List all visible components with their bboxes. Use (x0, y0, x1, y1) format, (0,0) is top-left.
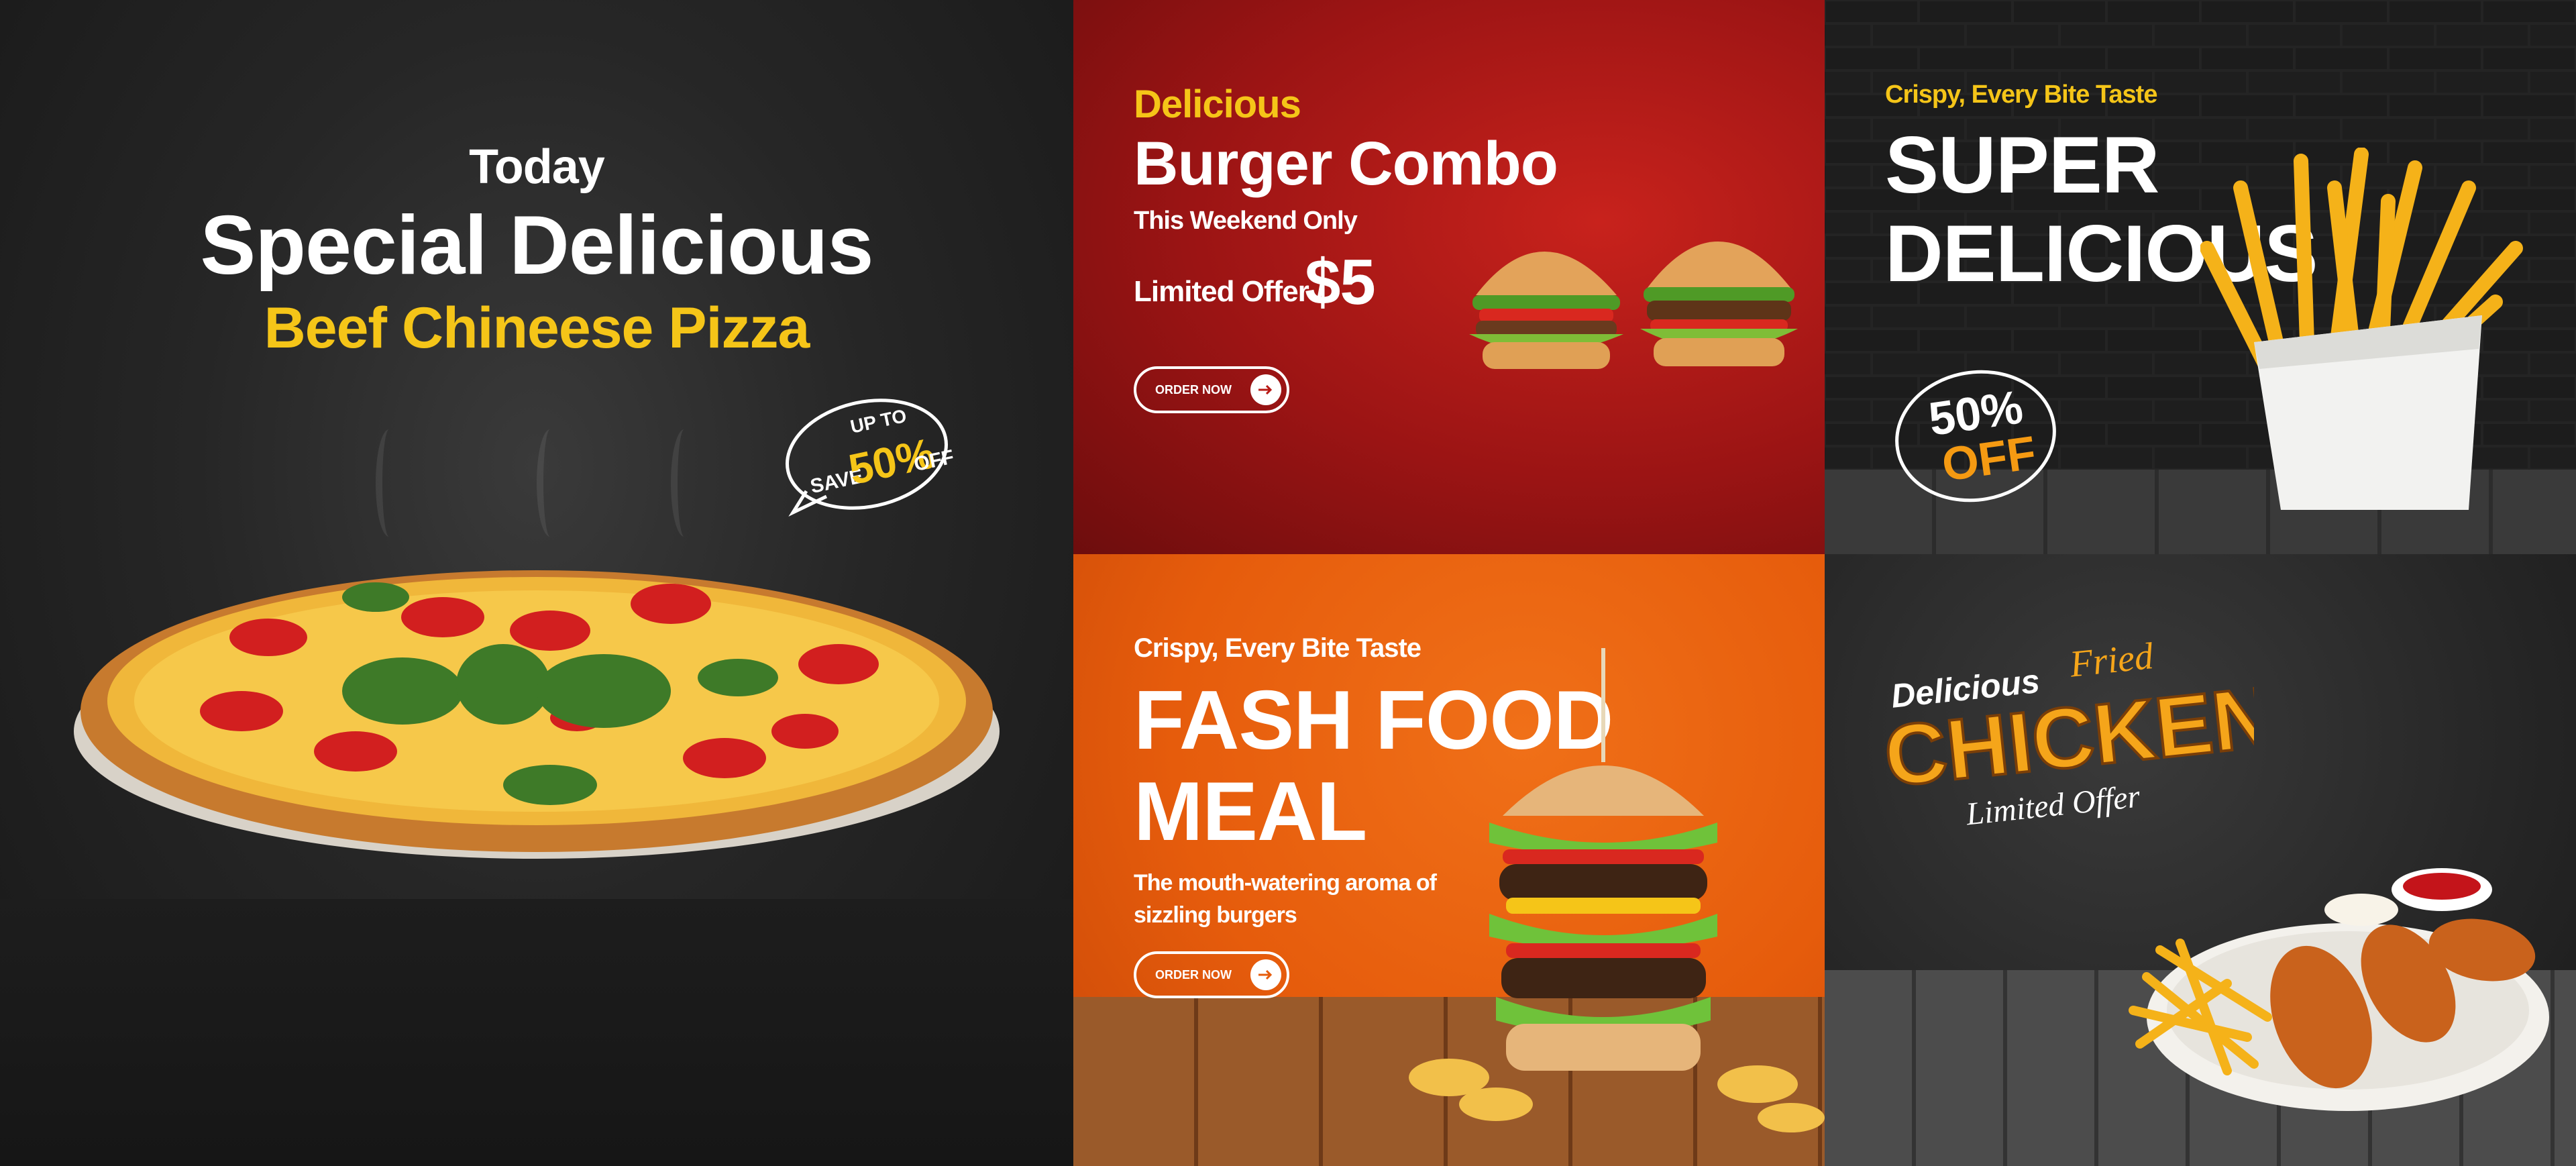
banner-kicker: Today (469, 140, 605, 194)
fried-chicken-logo: Delicious Fried CHICKEN Limited Offer (1878, 635, 2254, 833)
pizza-banner[interactable]: Today Special Delicious Beef Chineese Pi… (0, 0, 1073, 1166)
banner-kicker: Crispy, Every Bite Taste (1134, 633, 1421, 663)
burger-combo-image (1469, 242, 1798, 369)
discount-badge: 50% OFF (1895, 370, 2056, 502)
order-now-label: ORDER NOW (1155, 382, 1232, 396)
badge-upto: UP TO (849, 405, 908, 437)
banner-kicker: Crispy, Every Bite Taste (1885, 81, 2157, 109)
fast-food-banner[interactable]: Crispy, Every Bite Taste FASH FOOD MEAL … (1073, 554, 1825, 1166)
burger-combo-banner[interactable]: Delicious Burger Combo This Weekend Only… (1073, 0, 1825, 554)
limited-offer-label: Limited Offer / (1134, 275, 1324, 308)
logo-fried: Fried (2068, 635, 2156, 686)
price-label: $5 (1305, 246, 1376, 318)
order-now-button[interactable]: ORDER NOW (1134, 951, 1289, 998)
banner-title: Burger Combo (1134, 129, 1558, 198)
banner-title: Special Delicious (200, 199, 874, 292)
arrow-right-icon (1250, 374, 1281, 405)
banner-note: This Weekend Only (1134, 207, 1358, 235)
order-now-button[interactable]: ORDER NOW (1134, 366, 1289, 413)
stacked-burger-image (1409, 648, 1825, 1132)
discount-badge: UP TO SAVE 50% OFF (786, 399, 954, 517)
fried-chicken-plate-image (2129, 868, 2549, 1111)
arrow-right-icon (1250, 959, 1281, 990)
french-fries-image (2200, 148, 2523, 510)
banner-subtitle: Beef Chineese Pizza (264, 296, 810, 360)
fries-banner[interactable]: Crispy, Every Bite Taste SUPER DELICIOUS… (1825, 0, 2576, 554)
order-now-label: ORDER NOW (1155, 967, 1232, 982)
floor (0, 899, 1073, 1166)
fried-chicken-banner[interactable]: Delicious Fried CHICKEN Limited Offer (1825, 554, 2576, 1166)
banner-kicker: Delicious (1134, 83, 1301, 126)
